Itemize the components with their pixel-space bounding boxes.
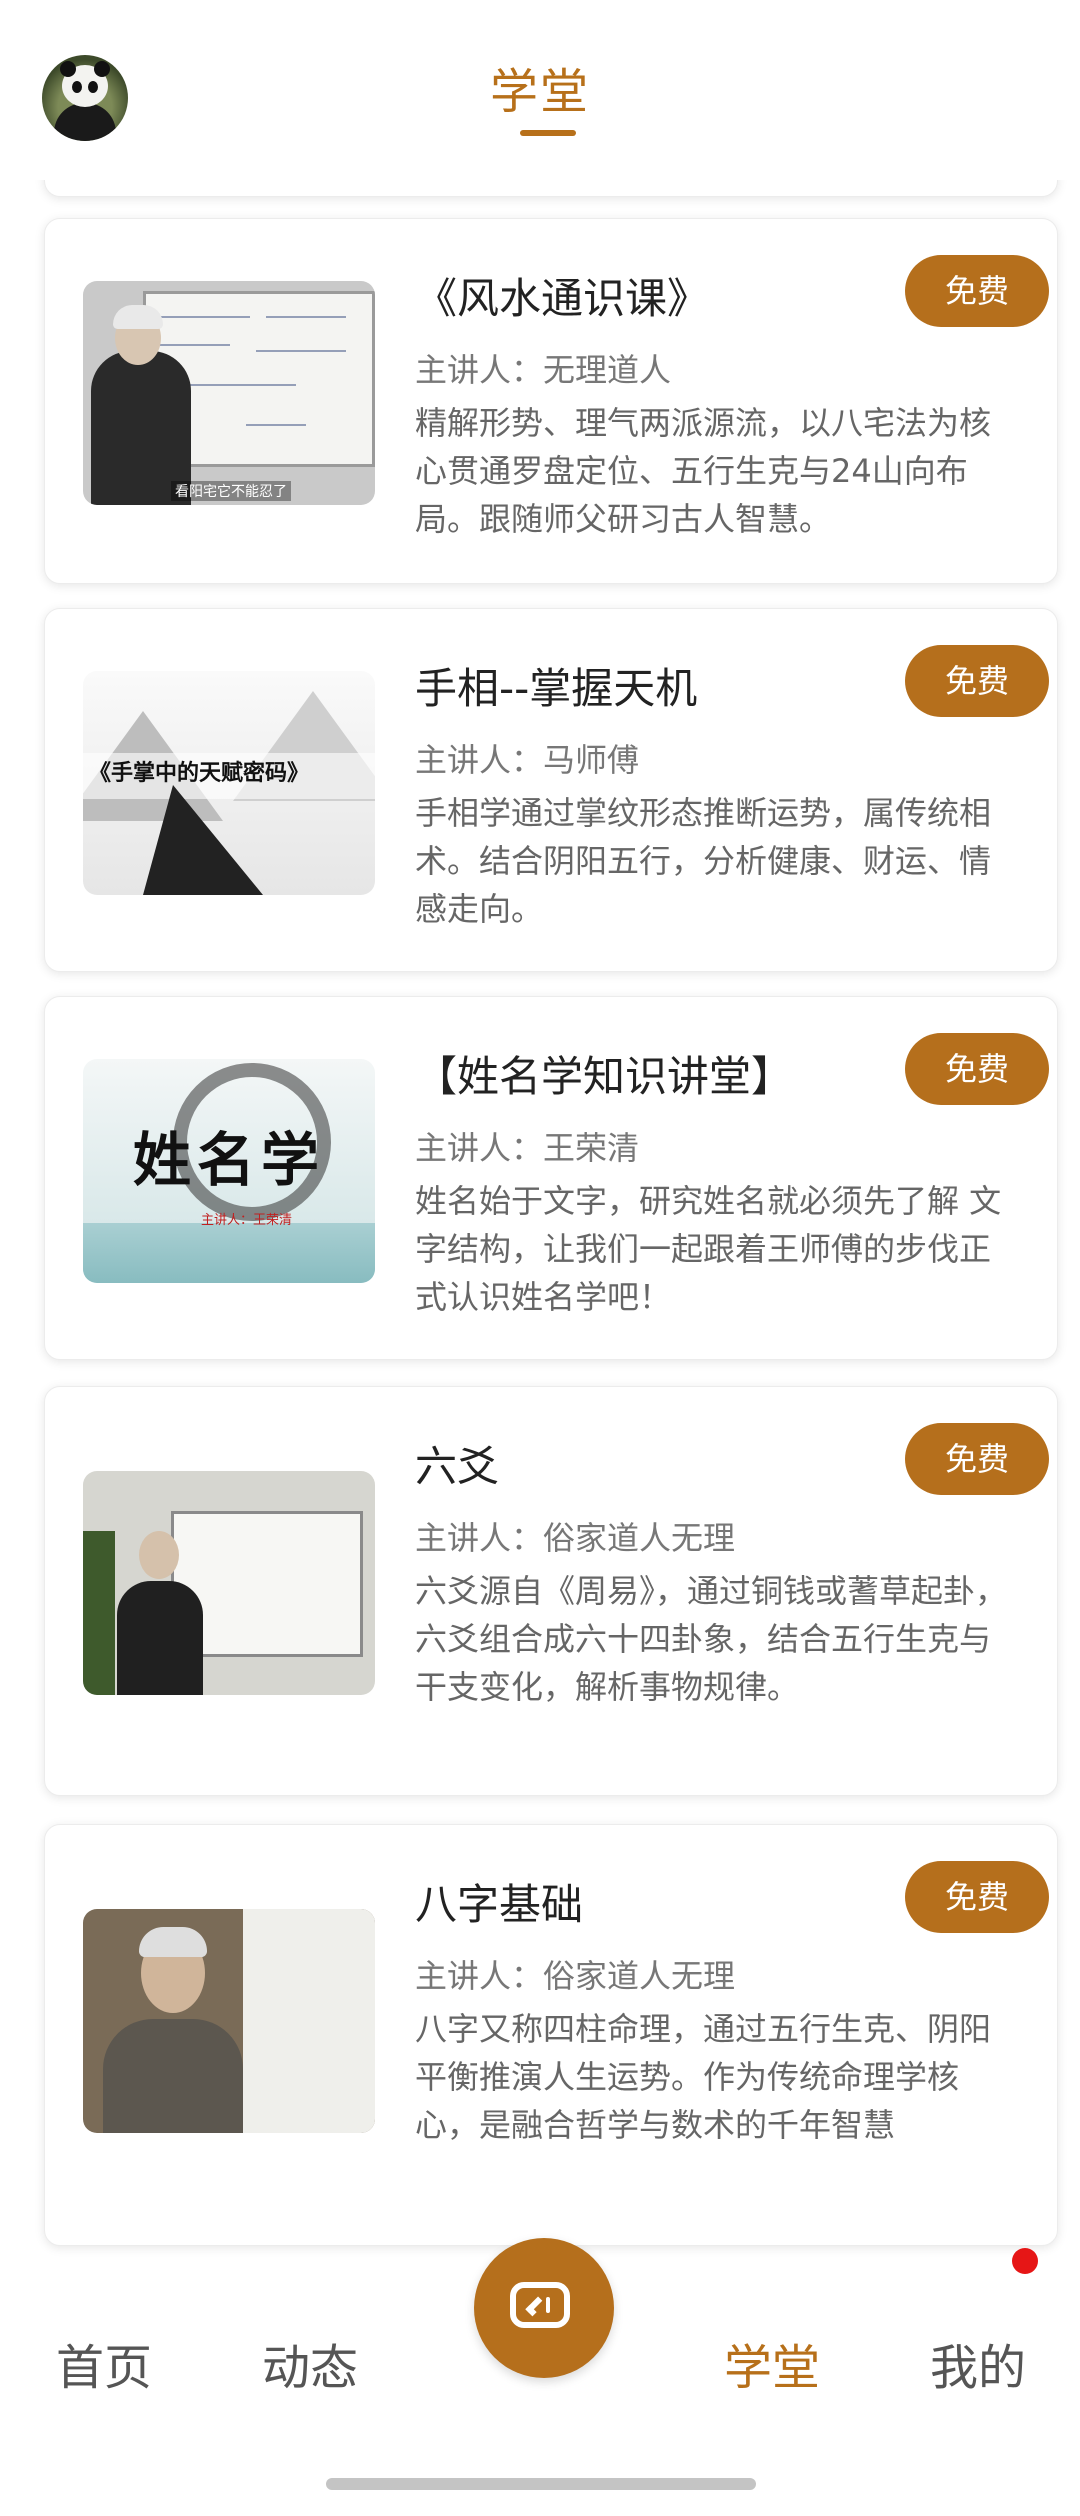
course-card[interactable]: 六爻 主讲人：俗家道人无理 六爻源自《周易》，通过铜钱或蓍草起卦，六爻组合成六十… <box>44 1386 1058 1796</box>
free-badge[interactable]: 免费 <box>905 1033 1049 1105</box>
teacher-hair <box>113 305 163 329</box>
free-badge[interactable]: 免费 <box>905 255 1049 327</box>
course-teacher: 主讲人：王荣清 <box>415 1129 640 1167</box>
center-action-button[interactable] <box>474 2238 614 2378</box>
home-indicator[interactable] <box>326 2478 756 2490</box>
nav-home[interactable]: 首页 <box>56 2328 152 2398</box>
course-teacher: 主讲人：马师傅 <box>415 741 640 779</box>
course-card[interactable]: 八字基础 主讲人：俗家道人无理 八字又称四柱命理，通过五行生克、阴阳平衡推演人生… <box>44 1824 1058 2246</box>
course-title: 【姓名学知识讲堂】 <box>415 1052 794 1101</box>
course-teacher: 主讲人：俗家道人无理 <box>415 1957 736 1995</box>
course-thumbnail[interactable] <box>83 1471 375 1695</box>
course-description: 手相学通过掌纹形态推断运势，属传统相术。结合阴阳五行，分析健康、财运、情感走向。 <box>415 794 992 928</box>
thumbnail-calligraphy: 姓名学 <box>133 1126 326 1194</box>
course-thumbnail[interactable]: 姓名学 主讲人：王荣清 <box>83 1059 375 1283</box>
course-description: 姓名始于文字，研究姓名就必须先了解 文字结构，让我们一起跟着王师傅的步伐正式认识… <box>415 1182 1002 1316</box>
course-title: 《风水通识课》 <box>415 274 710 323</box>
course-thumbnail[interactable]: 《手掌中的天赋密码》 <box>83 671 375 895</box>
course-description: 精解形势、理气两派源流，以八宅法为核心贯通罗盘定位、五行生克与24山向布局。跟随… <box>415 404 992 538</box>
course-thumbnail[interactable]: 看阳宅它不能忍了 <box>83 281 375 505</box>
course-description: 八字又称四柱命理，通过五行生克、阴阳平衡推演人生运势。作为传统命理学核心，是融合… <box>415 2010 992 2144</box>
course-teacher: 主讲人：无理道人 <box>415 351 672 389</box>
course-card[interactable]: 《手掌中的天赋密码》 手相--掌握天机 主讲人：马师傅 手相学通过掌纹形态推断运… <box>44 608 1058 972</box>
course-list: 看阳宅它不能忍了 《风水通识课》 主讲人：无理道人 精解形势、理气两派源流，以八… <box>0 0 1080 2280</box>
free-badge[interactable]: 免费 <box>905 1861 1049 1933</box>
course-title: 手相--掌握天机 <box>415 664 698 713</box>
course-thumbnail[interactable] <box>83 1909 375 2133</box>
course-card[interactable]: 看阳宅它不能忍了 《风水通识课》 主讲人：无理道人 精解形势、理气两派源流，以八… <box>44 218 1058 584</box>
top-header: 学堂 <box>0 0 1080 180</box>
nav-school[interactable]: 学堂 <box>724 2328 820 2398</box>
video-camera-icon <box>510 2282 570 2328</box>
teacher-face <box>139 1531 179 1579</box>
notification-dot <box>1012 2248 1038 2274</box>
teacher-hair <box>139 1927 207 1957</box>
nav-mine[interactable]: 我的 <box>930 2328 1026 2398</box>
course-title: 八字基础 <box>415 1880 584 1929</box>
teacher-figure <box>103 2019 243 2133</box>
thumbnail-calligraphy: 《手掌中的天赋密码》 <box>89 760 310 786</box>
free-badge[interactable]: 免费 <box>905 645 1049 717</box>
course-teacher: 主讲人：俗家道人无理 <box>415 1519 736 1557</box>
video-subtitle: 看阳宅它不能忍了 <box>171 481 291 501</box>
course-title: 六爻 <box>415 1442 500 1491</box>
thumbnail-teacher: 主讲人：王荣清 <box>201 1213 293 1228</box>
page-title: 学堂 <box>489 64 590 120</box>
whiteboard-image <box>243 1909 375 2133</box>
course-description: 六爻源自《周易》，通过铜钱或蓍草起卦，六爻组合成六十四卦象，结合五行生克与干支变… <box>415 1572 1008 1706</box>
free-badge[interactable]: 免费 <box>905 1423 1049 1495</box>
course-card[interactable]: 姓名学 主讲人：王荣清 【姓名学知识讲堂】 主讲人：王荣清 姓名始于文字，研究姓… <box>44 996 1058 1360</box>
title-underline <box>520 130 576 136</box>
teacher-figure <box>117 1581 203 1695</box>
nav-feed[interactable]: 动态 <box>262 2328 358 2398</box>
